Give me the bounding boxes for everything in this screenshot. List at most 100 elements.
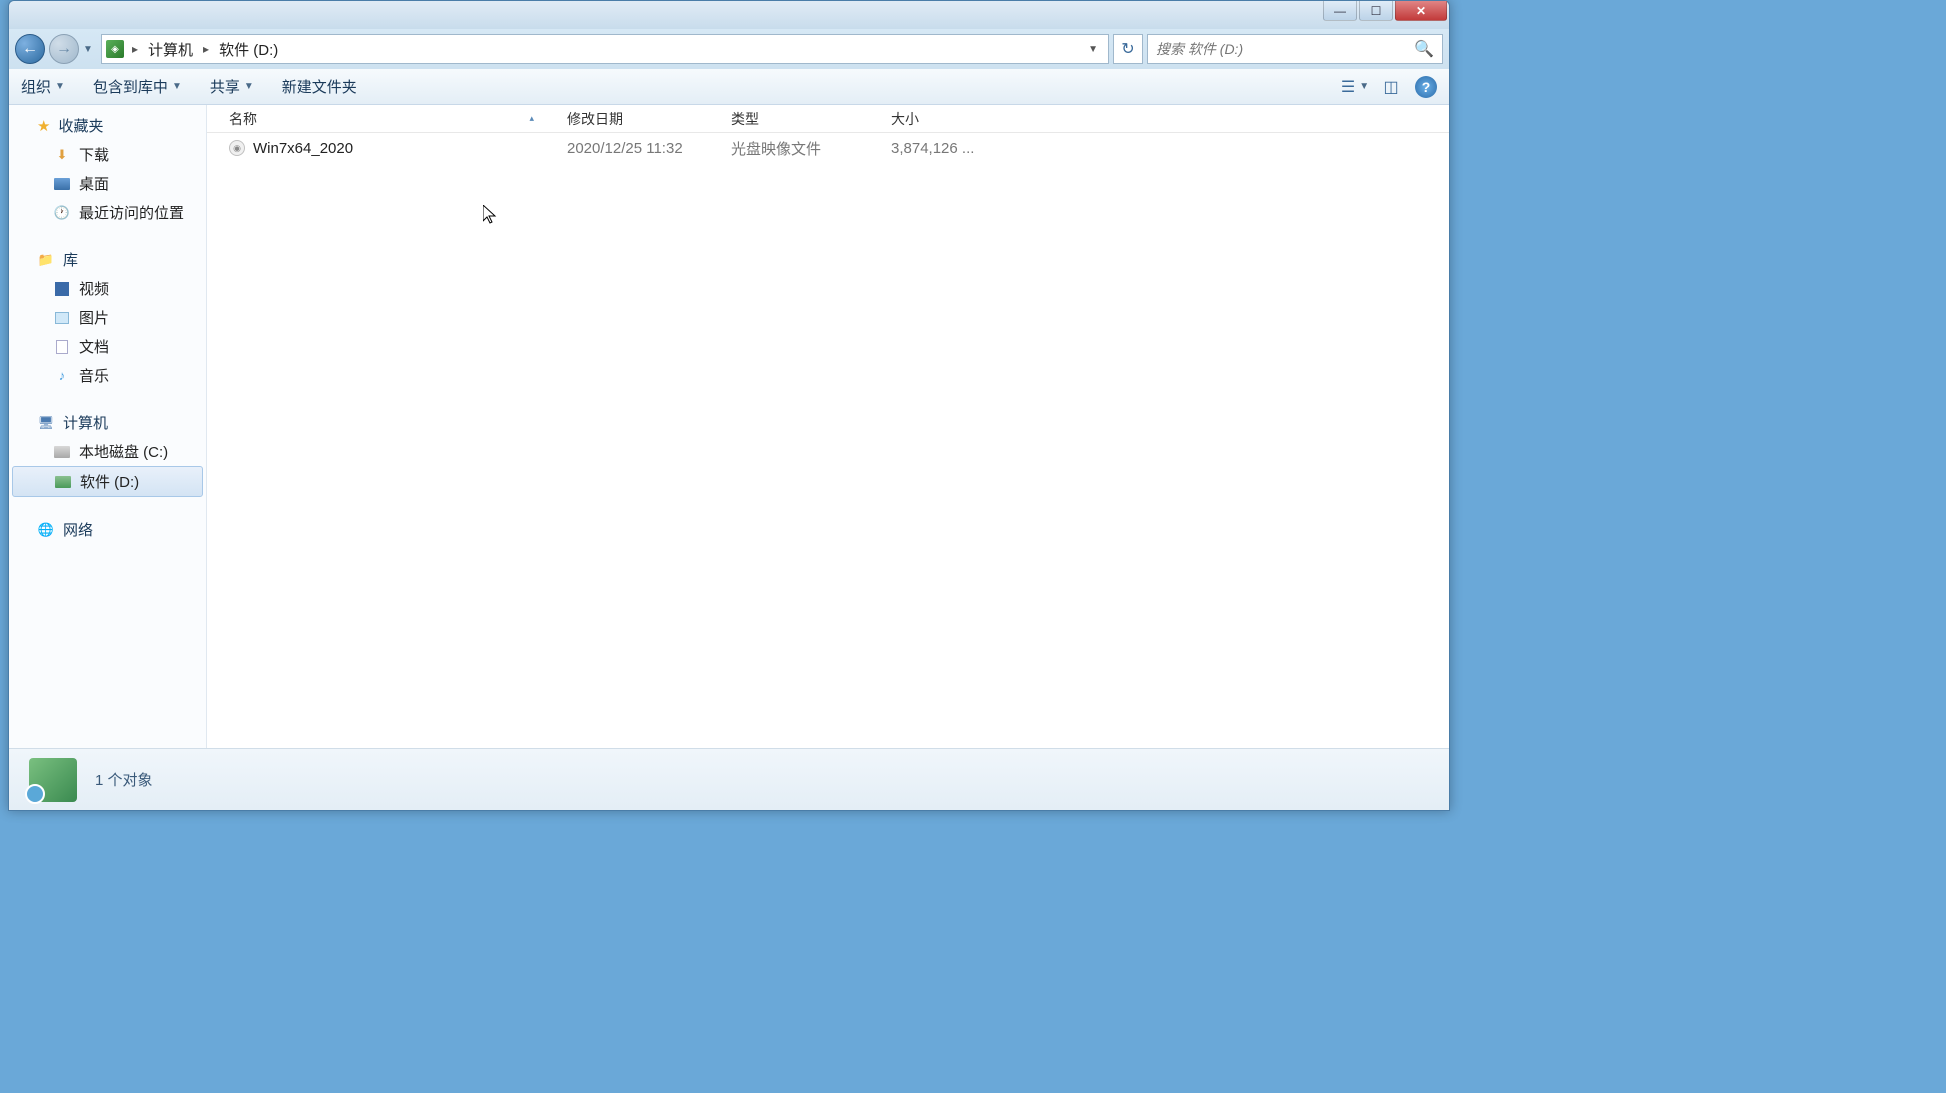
preview-pane-icon: ◫	[1383, 77, 1398, 97]
downloads-label: 下载	[79, 144, 109, 165]
forward-button[interactable]: →	[49, 34, 79, 64]
breadcrumb-separator-icon: ▸	[128, 42, 142, 56]
share-label: 共享	[210, 76, 240, 97]
organize-menu[interactable]: 组织 ▼	[21, 76, 65, 97]
drive-c-label: 本地磁盘 (C:)	[79, 441, 168, 462]
chevron-down-icon: ▼	[1359, 81, 1369, 92]
favorites-header[interactable]: ★ 收藏夹	[9, 111, 206, 140]
network-group: 🌐 网络	[9, 515, 206, 544]
recent-label: 最近访问的位置	[79, 202, 184, 223]
column-headers: 名称 ▴ 修改日期 类型 大小	[207, 105, 1449, 133]
view-mode-button[interactable]: ☰▼	[1343, 75, 1367, 99]
file-name-cell: ◉ Win7x64_2020	[207, 140, 555, 157]
titlebar: — ☐ ✕	[9, 1, 1449, 29]
computer-label: 计算机	[63, 412, 108, 433]
sidebar-item-documents[interactable]: 文档	[9, 332, 206, 361]
sidebar-item-downloads[interactable]: ⬇ 下载	[9, 140, 206, 169]
chevron-down-icon: ▼	[55, 81, 65, 92]
include-label: 包含到库中	[93, 76, 168, 97]
file-row[interactable]: ◉ Win7x64_2020 2020/12/25 11:32 光盘映像文件 3…	[207, 133, 1449, 163]
column-header-date[interactable]: 修改日期	[555, 109, 719, 129]
navigation-pane: ★ 收藏夹 ⬇ 下载 桌面 🕐 最近访问的位置 📁库 视频 图片 文档 ♪音乐 🖥 计算…	[9, 105, 207, 748]
minimize-icon: —	[1334, 5, 1346, 17]
pictures-label: 图片	[79, 307, 109, 328]
file-list-pane[interactable]: 名称 ▴ 修改日期 类型 大小 ◉ Win7x64_2020 2020/12/25…	[207, 105, 1449, 748]
search-input[interactable]	[1156, 41, 1414, 57]
col-name-label: 名称	[229, 109, 257, 129]
libraries-header[interactable]: 📁库	[9, 245, 206, 274]
favorites-label: 收藏夹	[58, 115, 103, 136]
nav-history-dropdown[interactable]: ▼	[83, 44, 97, 55]
breadcrumb-separator-icon: ▸	[199, 42, 213, 56]
picture-icon	[53, 311, 71, 325]
file-name-text: Win7x64_2020	[253, 140, 353, 157]
toolbar: 组织▼ 包含到库中▼ 共享▼ 新建文件夹 ☰▼ ◫ ?	[9, 69, 1449, 105]
sidebar-item-drive-d[interactable]: 软件 (D:)	[12, 466, 203, 497]
sidebar-item-recent[interactable]: 🕐 最近访问的位置	[9, 198, 206, 227]
column-header-size[interactable]: 大小	[879, 109, 989, 129]
star-icon: ★	[37, 117, 50, 135]
iso-file-icon: ◉	[229, 140, 245, 156]
downloads-icon: ⬇	[53, 148, 71, 162]
address-dropdown-icon[interactable]: ▼	[1082, 44, 1104, 55]
maximize-button[interactable]: ☐	[1359, 1, 1393, 21]
explorer-window: — ☐ ✕ ← → ▼ ◈ ▸ 计算机 ▸ 软件 (D:) ▼ ↻ 🔍 组织▼ …	[8, 0, 1450, 811]
documents-label: 文档	[79, 336, 109, 357]
computer-icon: 🖥	[37, 416, 55, 430]
close-button[interactable]: ✕	[1395, 1, 1447, 21]
sidebar-item-music[interactable]: ♪音乐	[9, 361, 206, 390]
libraries-label: 库	[63, 249, 78, 270]
network-header[interactable]: 🌐 网络	[9, 515, 206, 544]
network-icon: 🌐	[37, 523, 55, 537]
sidebar-item-desktop[interactable]: 桌面	[9, 169, 206, 198]
column-header-name[interactable]: 名称 ▴	[207, 109, 555, 129]
address-bar-row: ← → ▼ ◈ ▸ 计算机 ▸ 软件 (D:) ▼ ↻ 🔍	[9, 29, 1449, 69]
preview-pane-button[interactable]: ◫	[1379, 75, 1403, 99]
search-icon: 🔍	[1414, 39, 1434, 59]
status-text: 1 个对象	[95, 769, 153, 790]
sidebar-item-drive-c[interactable]: 本地磁盘 (C:)	[9, 437, 206, 466]
sidebar-item-pictures[interactable]: 图片	[9, 303, 206, 332]
column-header-type[interactable]: 类型	[719, 109, 879, 129]
refresh-button[interactable]: ↻	[1113, 34, 1143, 64]
minimize-button[interactable]: —	[1323, 1, 1357, 21]
refresh-icon: ↻	[1121, 39, 1134, 59]
arrow-right-icon: →	[56, 40, 72, 58]
network-label: 网络	[63, 519, 93, 540]
file-date-cell: 2020/12/25 11:32	[555, 140, 719, 157]
drive-icon: ◈	[106, 40, 124, 58]
breadcrumb-segment-computer[interactable]: 计算机	[146, 39, 195, 60]
new-folder-button[interactable]: 新建文件夹	[282, 76, 357, 97]
search-box[interactable]: 🔍	[1147, 34, 1443, 64]
maximize-icon: ☐	[1371, 5, 1382, 17]
file-size-cell: 3,874,126 ...	[879, 140, 989, 157]
recent-icon: 🕐	[53, 206, 71, 220]
drive-icon	[53, 445, 71, 459]
toolbar-right: ☰▼ ◫ ?	[1343, 75, 1437, 99]
sidebar-item-videos[interactable]: 视频	[9, 274, 206, 303]
drive-large-icon	[29, 758, 77, 802]
computer-group: 🖥 计算机 本地磁盘 (C:) 软件 (D:)	[9, 408, 206, 497]
help-icon: ?	[1422, 79, 1431, 95]
organize-label: 组织	[21, 76, 51, 97]
breadcrumb-segment-drive[interactable]: 软件 (D:)	[217, 39, 280, 60]
new-folder-label: 新建文件夹	[282, 76, 357, 97]
document-icon	[53, 340, 71, 354]
include-in-library-menu[interactable]: 包含到库中 ▼	[93, 76, 182, 97]
computer-header[interactable]: 🖥 计算机	[9, 408, 206, 437]
file-type-cell: 光盘映像文件	[719, 138, 879, 159]
window-controls: — ☐ ✕	[1323, 1, 1447, 21]
desktop-label: 桌面	[79, 173, 109, 194]
address-box[interactable]: ◈ ▸ 计算机 ▸ 软件 (D:) ▼	[101, 34, 1109, 64]
drive-icon	[54, 475, 72, 489]
videos-label: 视频	[79, 278, 109, 299]
drive-d-label: 软件 (D:)	[80, 471, 139, 492]
close-icon: ✕	[1416, 5, 1426, 17]
help-button[interactable]: ?	[1415, 76, 1437, 98]
arrow-left-icon: ←	[22, 40, 38, 58]
share-menu[interactable]: 共享▼	[210, 76, 254, 97]
sort-ascending-icon: ▴	[529, 113, 534, 124]
back-button[interactable]: ←	[15, 34, 45, 64]
music-icon: ♪	[53, 369, 71, 383]
chevron-down-icon: ▼	[172, 81, 182, 92]
